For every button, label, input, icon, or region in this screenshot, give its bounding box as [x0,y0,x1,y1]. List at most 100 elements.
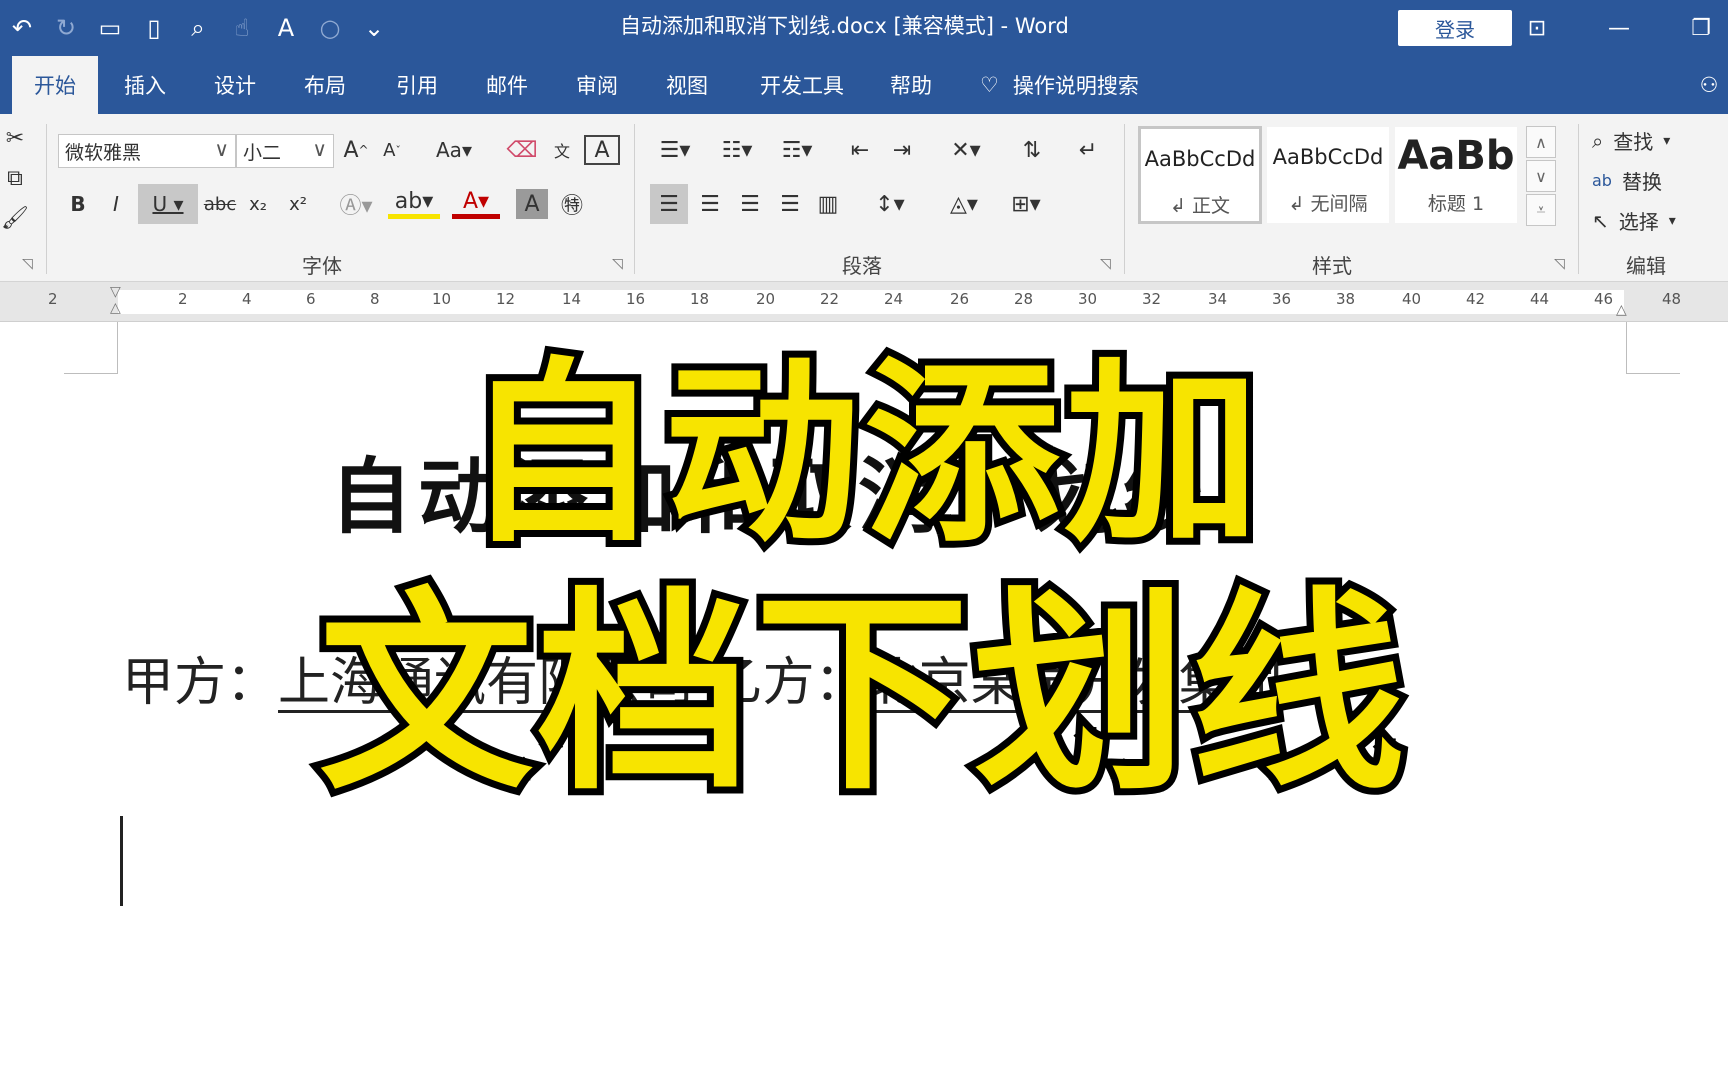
change-case-icon[interactable]: Aa▾ [428,132,480,168]
font-name-value: 微软雅黑 [65,141,142,164]
align-left-icon[interactable]: ☰ [650,184,688,224]
style-heading-1[interactable]: AaBb 标题 1 [1394,126,1518,224]
font-group-label: 字体 [302,254,342,278]
font-color-icon[interactable]: A▾ [452,189,500,219]
justify-icon[interactable]: ☰ [772,186,808,222]
align-right-icon[interactable]: ☰ [732,186,768,222]
multilevel-list-icon[interactable]: ☶▾ [772,132,822,168]
borders-icon[interactable]: ⊞▾ [1000,186,1052,222]
quick-access-toolbar: ↶ ↻ ▭ ▯ ⌕ ☝ A ○ ⌄ [0,6,396,50]
underline-button[interactable]: U ▾ [138,184,198,224]
touch-mode-icon[interactable]: ☝ [220,8,264,48]
character-border-icon[interactable]: A [584,135,620,165]
search-icon: ⌕ [1592,128,1604,153]
highlight-color-icon[interactable]: ab▾ [388,189,440,219]
gallery-scroll-up-icon[interactable]: ∧ [1526,126,1556,158]
strikethrough-icon[interactable]: abc [202,186,238,222]
align-center-icon[interactable]: ☰ [692,186,728,222]
customize-qat-icon[interactable]: ⌄ [352,8,396,48]
chevron-down-icon[interactable]: ∨ [214,137,229,161]
tab-developer[interactable]: 开发工具 [748,56,856,114]
tab-layout[interactable]: 布局 [284,56,366,114]
tab-design[interactable]: 设计 [194,56,276,114]
format-painter-icon[interactable]: 🖌 [0,200,30,236]
editing-group-label: 编辑 [1626,254,1666,278]
shrink-font-icon[interactable]: Aˇ [376,132,408,168]
tab-mailings[interactable]: 邮件 [466,56,548,114]
restore-icon[interactable]: ❐ [1676,8,1726,48]
italic-icon[interactable]: I [100,186,132,222]
tab-review[interactable]: 审阅 [556,56,638,114]
group-divider [1578,124,1579,274]
decrease-indent-icon[interactable]: ⇤ [842,132,878,168]
ribbon-display-icon[interactable]: ⊡ [1512,8,1562,48]
lightbulb-icon: ♡ [980,73,999,97]
undo-icon[interactable]: ↶ [0,8,44,48]
style-heading-1-sample: AaBb [1397,133,1515,179]
replace-label: 替换 [1621,170,1662,194]
show-marks-icon[interactable]: ↵ [1070,132,1106,168]
style-normal-name: ↲ 正文 [1170,195,1230,217]
line-spacing-icon[interactable]: ↕▾ [864,186,916,222]
subscript-icon[interactable]: x₂ [242,186,274,222]
distributed-icon[interactable]: ▥ [810,186,846,222]
cut-icon[interactable]: ✂ [0,120,30,156]
tab-references[interactable]: 引用 [376,56,458,114]
numbering-icon[interactable]: ☷▾ [712,132,762,168]
gallery-scroll-down-icon[interactable]: ∨ [1526,160,1556,192]
tab-view[interactable]: 视图 [646,56,728,114]
sort-icon[interactable]: ⇅ [1014,132,1050,168]
chevron-down-icon[interactable]: ∨ [312,137,327,161]
title-bar: ↶ ↻ ▭ ▯ ⌕ ☝ A ○ ⌄ 自动添加和取消下划线.docx [兼容模式]… [0,0,1728,56]
tab-home[interactable]: 开始 [12,56,98,114]
style-normal-sample: AaBbCcDd [1144,147,1256,171]
font-launcher-icon[interactable]: ◹ [612,256,623,272]
ribbon-tabs: 开始 插入 设计 布局 引用 邮件 审阅 视图 开发工具 帮助 ♡ 操作说明搜索… [0,56,1728,114]
copy-icon[interactable]: ⧉ [0,160,30,196]
bullets-icon[interactable]: ☰▾ [650,132,700,168]
gallery-more-icon[interactable]: ⩡ [1526,194,1556,226]
increase-indent-icon[interactable]: ⇥ [884,132,920,168]
grow-font-icon[interactable]: A ^ [340,132,372,168]
enclose-character-icon[interactable]: ㊕ [556,186,588,222]
font-size-combo[interactable]: 小二 ∨ [236,134,334,168]
replace-button[interactable]: ab 替换 [1592,166,1662,195]
ribbon-home: ✂ ⧉ 🖌 ◹ 微软雅黑 ∨ 小二 ∨ A ^ Aˇ Aa▾ ⌫ 文 A B I … [0,114,1728,282]
replace-icon: ab [1592,171,1612,190]
styles-launcher-icon[interactable]: ◹ [1554,256,1565,272]
print-preview-icon[interactable]: ⌕ [176,8,220,48]
shading-icon[interactable]: ◬▾ [938,186,990,222]
select-button[interactable]: ↖ 选择 ▾ [1592,206,1676,235]
clear-formatting-icon[interactable]: ⌫ [504,132,540,168]
asian-layout-icon[interactable]: ✕▾ [940,132,992,168]
bold-icon[interactable]: B [62,186,94,222]
account-icon[interactable]: ⚇ [1690,56,1728,114]
group-divider [46,124,47,274]
style-normal[interactable]: AaBbCcDd ↲ 正文 [1138,126,1262,224]
phonetic-guide-icon[interactable]: 文 [544,132,580,168]
character-shading-icon[interactable]: A [516,189,548,219]
tell-me-label: 操作说明搜索 [1012,74,1139,98]
minimize-icon[interactable]: — [1594,8,1644,48]
tab-help[interactable]: 帮助 [870,56,952,114]
select-label: 选择 [1618,210,1659,234]
chevron-down-icon: ▾ [1663,132,1671,149]
group-divider [634,124,635,274]
new-icon[interactable]: ▯ [132,8,176,48]
open-icon[interactable]: ▭ [88,8,132,48]
superscript-icon[interactable]: x² [282,186,314,222]
style-no-spacing[interactable]: AaBbCcDd ↲ 无间隔 [1266,126,1390,224]
tab-insert[interactable]: 插入 [104,56,186,114]
font-name-combo[interactable]: 微软雅黑 ∨ [58,134,236,168]
text-effects-icon[interactable]: Ⓐ▾ [334,186,378,222]
clipboard-launcher-icon[interactable]: ◹ [22,256,33,272]
window-title: 自动添加和取消下划线.docx [兼容模式] - Word [620,14,1069,38]
tell-me-search[interactable]: ♡ 操作说明搜索 [980,56,1139,114]
paragraph-launcher-icon[interactable]: ◹ [1100,256,1111,272]
redo-icon[interactable]: ↻ [44,8,88,48]
login-button[interactable]: 登录 [1398,10,1512,46]
group-divider [1124,124,1125,274]
read-aloud-icon[interactable]: A [264,8,308,48]
find-button[interactable]: ⌕ 查找 ▾ [1592,126,1670,155]
circle-icon[interactable]: ○ [308,8,352,48]
